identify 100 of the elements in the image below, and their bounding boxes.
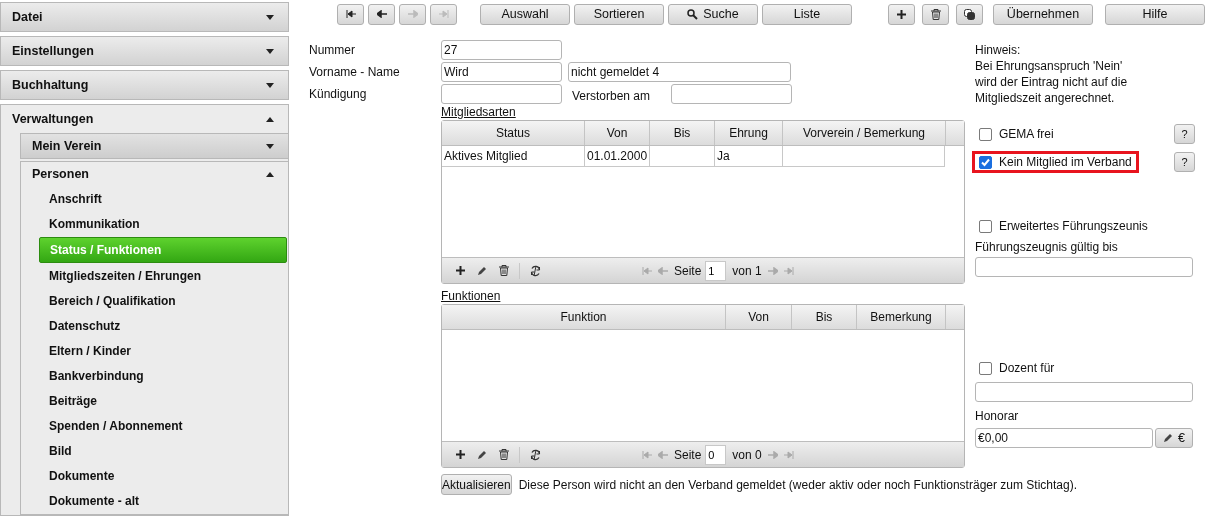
column-header[interactable]: Bis xyxy=(650,121,715,145)
input-field[interactable]: nicht gemeldet 4 xyxy=(568,61,791,82)
nav-button[interactable] xyxy=(337,3,364,25)
menu-item[interactable]: Bankverbindung xyxy=(39,364,287,388)
first-arrow-icon xyxy=(345,10,356,18)
checkbox[interactable] xyxy=(979,155,992,169)
checkbox[interactable] xyxy=(979,127,992,141)
column-header[interactable]: Bis xyxy=(792,305,857,329)
menu-item[interactable]: Datenschutz xyxy=(39,314,287,338)
menu-item[interactable]: Spenden / Abonnement xyxy=(39,414,287,438)
menu-subsection[interactable]: Mein Verein xyxy=(21,134,288,158)
pager-total: von 1 xyxy=(732,263,762,278)
currency-button[interactable]: € xyxy=(1155,428,1193,448)
field-label: Vorname - Name xyxy=(309,64,401,79)
refresh-button[interactable]: Aktualisieren xyxy=(441,474,512,495)
checkbox-option[interactable]: Erweitertes Führungszeunis xyxy=(972,215,1155,237)
nav-button[interactable] xyxy=(368,3,395,25)
pager-label: Seite xyxy=(674,447,702,462)
toolbar-button[interactable]: Liste xyxy=(762,3,852,25)
menu-section[interactable]: Einstellungen xyxy=(1,37,288,65)
pencil-icon xyxy=(1163,433,1173,443)
hint-text: Bei Ehrungsanspruch 'Nein' wird der Eintrag nicht auf die Mitgliedszeit angerechnet. xyxy=(975,58,1129,106)
last-arrow-icon xyxy=(783,450,794,459)
checkbox[interactable] xyxy=(979,219,992,233)
menu-item[interactable]: Mitgliedszeiten / Ehrungen xyxy=(39,264,287,288)
right-arrow-icon xyxy=(767,266,778,275)
trash-icon xyxy=(499,265,509,276)
column-header[interactable]: Von xyxy=(585,121,650,145)
input-field[interactable]: €0,00 xyxy=(975,428,1153,448)
column-header[interactable]: Status xyxy=(442,121,585,145)
caret-icon xyxy=(266,143,274,149)
menu-item[interactable]: Anschrift xyxy=(39,187,287,211)
menu-item[interactable]: Bild xyxy=(39,439,287,463)
menu-item[interactable]: Beiträge xyxy=(39,389,287,413)
field-label: Kündigung xyxy=(309,86,368,101)
menu-item[interactable]: Dokumente - alt xyxy=(39,489,287,513)
field-label: Verstorben am xyxy=(572,87,652,103)
plus-icon xyxy=(455,266,465,275)
toolbar-button[interactable]: Sortieren xyxy=(574,3,664,25)
page-field[interactable]: 1 xyxy=(705,260,727,281)
last-arrow-icon xyxy=(438,10,449,18)
pager-total: von 0 xyxy=(732,447,762,462)
checkbox-option[interactable]: GEMA frei xyxy=(972,123,1061,145)
column-header[interactable]: Von xyxy=(726,305,792,329)
table-cell: Ja xyxy=(715,146,783,166)
refresh-icon xyxy=(529,448,541,461)
menu-item[interactable]: Bereich / Qualifikation xyxy=(39,289,287,313)
toolbar-button[interactable] xyxy=(956,3,983,25)
checkbox-option[interactable]: Dozent für xyxy=(972,357,1062,379)
input-field[interactable] xyxy=(441,83,562,104)
toolbar-button[interactable]: Hilfe xyxy=(1105,3,1205,25)
toolbar-button[interactable]: Suche xyxy=(668,3,758,25)
right-arrow-icon xyxy=(767,450,778,459)
checkbox[interactable] xyxy=(979,361,992,375)
pager-label: Seite xyxy=(674,263,702,278)
toolbar-button[interactable]: Übernehmen xyxy=(993,3,1093,25)
toolbar-button[interactable] xyxy=(922,3,949,25)
plus-icon xyxy=(455,450,465,459)
help-button[interactable]: ? xyxy=(1174,124,1195,144)
input-field[interactable] xyxy=(975,382,1193,402)
caret-icon xyxy=(266,82,274,88)
search-icon xyxy=(687,8,699,20)
table-cell: 01.01.2000 xyxy=(585,146,650,166)
page-field[interactable]: 0 xyxy=(705,444,727,465)
last-arrow-icon xyxy=(783,266,794,275)
section-link[interactable]: Funktionen xyxy=(441,289,501,303)
column-header[interactable]: Funktion xyxy=(442,305,726,329)
pencil-icon xyxy=(477,449,487,460)
toolbar-button[interactable] xyxy=(888,3,915,25)
date-field[interactable] xyxy=(975,257,1193,277)
input-field[interactable] xyxy=(671,83,792,104)
hint-title: Hinweis: xyxy=(975,42,1022,58)
first-arrow-icon xyxy=(642,450,652,459)
checkbox-option[interactable]: Kein Mitglied im Verband xyxy=(972,151,1139,173)
field-label: Honorar xyxy=(975,409,1019,425)
field-label: Nummer xyxy=(309,42,356,57)
section-link[interactable]: Mitgliedsarten xyxy=(441,105,516,119)
input-field[interactable]: Wird xyxy=(441,61,562,82)
left-arrow-icon xyxy=(658,266,668,275)
field-label: Führungszeugnis gültig bis xyxy=(975,240,1118,256)
status-message: Diese Person wird nicht an den Verband gemeldet (weder aktiv oder noch Funktionsträger zum Stichtag). xyxy=(518,477,1077,492)
menu-item[interactable]: Eltern / Kinder xyxy=(39,339,287,363)
column-header[interactable]: Bemerkung xyxy=(857,305,946,329)
menu-item[interactable]: Dokumente xyxy=(39,464,287,488)
menu-section[interactable]: Buchhaltung xyxy=(1,71,288,99)
help-button[interactable]: ? xyxy=(1174,152,1195,172)
first-arrow-icon xyxy=(642,266,652,275)
table-cell: Aktives Mitglied xyxy=(442,146,585,166)
trash-icon xyxy=(499,449,509,460)
caret-icon xyxy=(266,116,274,122)
pencil-icon xyxy=(477,265,487,276)
toolbar-button[interactable]: Auswahl xyxy=(480,3,570,25)
menu-section[interactable]: Datei xyxy=(1,3,288,31)
column-header[interactable]: Ehrung xyxy=(715,121,783,145)
right-arrow-icon xyxy=(407,10,418,18)
menu-item[interactable]: Kommunikation xyxy=(39,212,287,236)
caret-icon xyxy=(266,48,274,54)
trash-icon xyxy=(930,8,941,20)
column-header[interactable]: Vorverein / Bemerkung xyxy=(783,121,946,145)
input-field[interactable]: 27 xyxy=(441,39,562,60)
